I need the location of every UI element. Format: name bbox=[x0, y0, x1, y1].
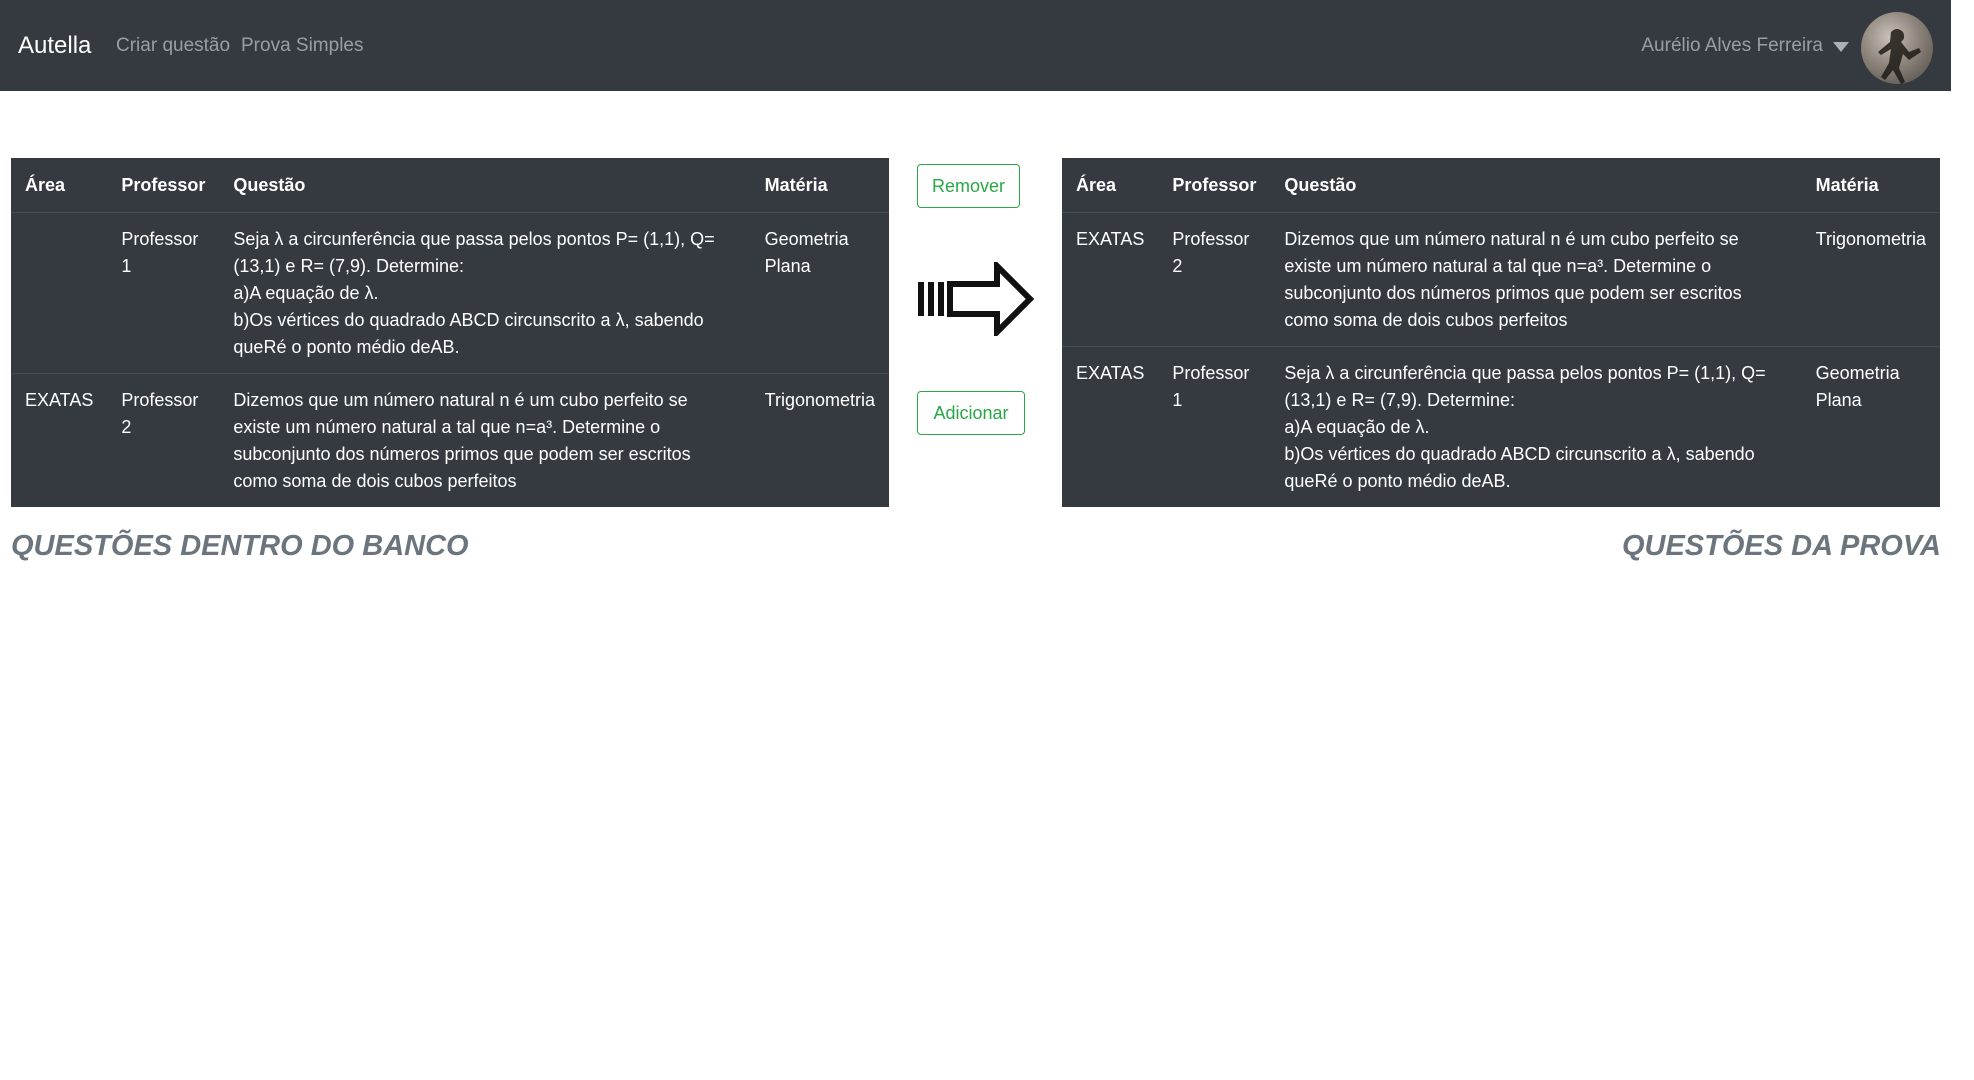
nav-link-prova-simples[interactable]: Prova Simples bbox=[241, 35, 364, 57]
question-text-line: Dizemos que um número natural n é um cub… bbox=[1284, 229, 1742, 330]
question-text-line: Seja λ a circunferência que passa pelos … bbox=[1284, 363, 1766, 410]
cell-questao: Seja λ a circunferência que passa pelos … bbox=[1270, 346, 1802, 507]
question-text-line: a)A equação de λ. bbox=[233, 283, 379, 303]
cell-questao: Dizemos que um número natural n é um cub… bbox=[219, 373, 751, 507]
column-header-materia: Matéria bbox=[1801, 158, 1940, 213]
cell-area: EXATAS bbox=[1062, 346, 1159, 507]
avatar-image bbox=[1878, 29, 1921, 84]
exam-section-caption: QUESTÕES DA PROVA bbox=[1621, 530, 1941, 562]
arrow-right-icon bbox=[918, 262, 1035, 336]
cell-questao: Seja λ a circunferência que passa pelos … bbox=[219, 212, 751, 374]
column-header-professor: Professor bbox=[1158, 158, 1271, 213]
column-header-questao: Questão bbox=[1270, 158, 1802, 213]
table-row[interactable]: EXATAS Professor 2 Dizemos que um número… bbox=[1062, 212, 1940, 347]
bank-questions-table: Área Professor Questão Matéria Professor… bbox=[11, 158, 889, 507]
brand-logo[interactable]: Autella bbox=[18, 32, 91, 60]
column-header-area: Área bbox=[11, 158, 108, 213]
cell-professor: Professor 2 bbox=[107, 373, 220, 507]
cell-materia: Geometria Plana bbox=[750, 212, 889, 374]
question-text-line: b)Os vértices do quadrado ABCD circunscr… bbox=[233, 310, 704, 357]
user-menu-name[interactable]: Aurélio Alves Ferreira bbox=[1641, 35, 1823, 57]
chevron-down-icon[interactable] bbox=[1833, 42, 1849, 52]
table-header-row: Área Professor Questão Matéria bbox=[1062, 158, 1940, 213]
table-row[interactable]: EXATAS Professor 2 Dizemos que um número… bbox=[11, 373, 889, 507]
exam-questions-table: Área Professor Questão Matéria EXATAS Pr… bbox=[1062, 158, 1940, 507]
remove-button[interactable]: Remover bbox=[917, 164, 1020, 208]
cell-materia: Trigonometria bbox=[1801, 212, 1940, 347]
table-header-row: Área Professor Questão Matéria bbox=[11, 158, 889, 213]
cell-questao: Dizemos que um número natural n é um cub… bbox=[1270, 212, 1802, 347]
cell-professor: Professor 1 bbox=[107, 212, 220, 374]
nav-link-criar-questao[interactable]: Criar questão bbox=[116, 35, 230, 57]
table-row[interactable]: Professor 1 Seja λ a circunferência que … bbox=[11, 212, 889, 374]
column-header-area: Área bbox=[1062, 158, 1159, 213]
cell-area bbox=[11, 212, 108, 374]
bank-section-caption: QUESTÕES DENTRO DO BANCO bbox=[11, 530, 469, 562]
column-header-materia: Matéria bbox=[750, 158, 889, 213]
cell-materia: Trigonometria bbox=[750, 373, 889, 507]
cell-area: EXATAS bbox=[1062, 212, 1159, 347]
cell-area: EXATAS bbox=[11, 373, 108, 507]
question-text-line: Seja λ a circunferência que passa pelos … bbox=[233, 229, 715, 276]
question-text-line: a)A equação de λ. bbox=[1284, 417, 1430, 437]
cell-professor: Professor 1 bbox=[1158, 346, 1271, 507]
navbar: Autella Criar questão Prova Simples Auré… bbox=[0, 0, 1951, 91]
table-row[interactable]: EXATAS Professor 1 Seja λ a circunferênc… bbox=[1062, 346, 1940, 507]
question-text-line: Dizemos que um número natural n é um cub… bbox=[233, 390, 691, 491]
question-text-line: b)Os vértices do quadrado ABCD circunscr… bbox=[1284, 444, 1755, 491]
column-header-professor: Professor bbox=[107, 158, 220, 213]
avatar[interactable] bbox=[1861, 12, 1933, 84]
cell-materia: Geometria Plana bbox=[1801, 346, 1940, 507]
cell-professor: Professor 2 bbox=[1158, 212, 1271, 347]
add-button[interactable]: Adicionar bbox=[917, 391, 1025, 435]
column-header-questao: Questão bbox=[219, 158, 751, 213]
